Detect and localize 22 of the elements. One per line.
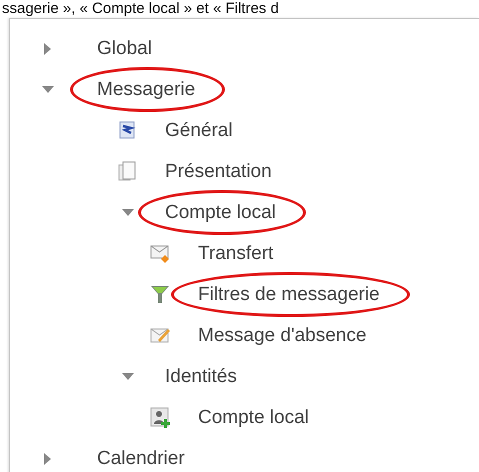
tree-item[interactable]: Identités (165, 366, 237, 386)
tree-item[interactable]: Global (97, 38, 152, 58)
tree-item[interactable]: Général (165, 120, 233, 140)
expand-arrow-icon[interactable] (44, 42, 51, 54)
collapse-arrow-icon[interactable] (42, 86, 54, 93)
tree-item[interactable]: Calendrier (97, 448, 185, 468)
tree-item[interactable]: Filtres de messagerie (198, 284, 380, 304)
tree-item[interactable]: Compte local (198, 406, 309, 428)
funnel-icon (150, 284, 171, 305)
envelope-arrow-icon (150, 243, 171, 264)
person-plus-icon (150, 407, 171, 428)
tree-item[interactable]: Message d'absence (198, 324, 366, 346)
collapse-arrow-icon[interactable] (122, 373, 134, 380)
tree-item[interactable]: Compte local (165, 202, 276, 222)
document-icon (117, 120, 138, 141)
tree-item[interactable]: Présentation (165, 160, 272, 182)
expand-arrow-icon[interactable] (44, 452, 51, 464)
pages-icon (117, 161, 138, 182)
caption-text: ssagerie », « Compte local » et « Filtres d (1, 0, 280, 17)
tree-item[interactable]: Transfert (198, 242, 274, 264)
collapse-arrow-icon[interactable] (122, 209, 134, 216)
tree-item[interactable]: Messagerie (97, 78, 196, 100)
